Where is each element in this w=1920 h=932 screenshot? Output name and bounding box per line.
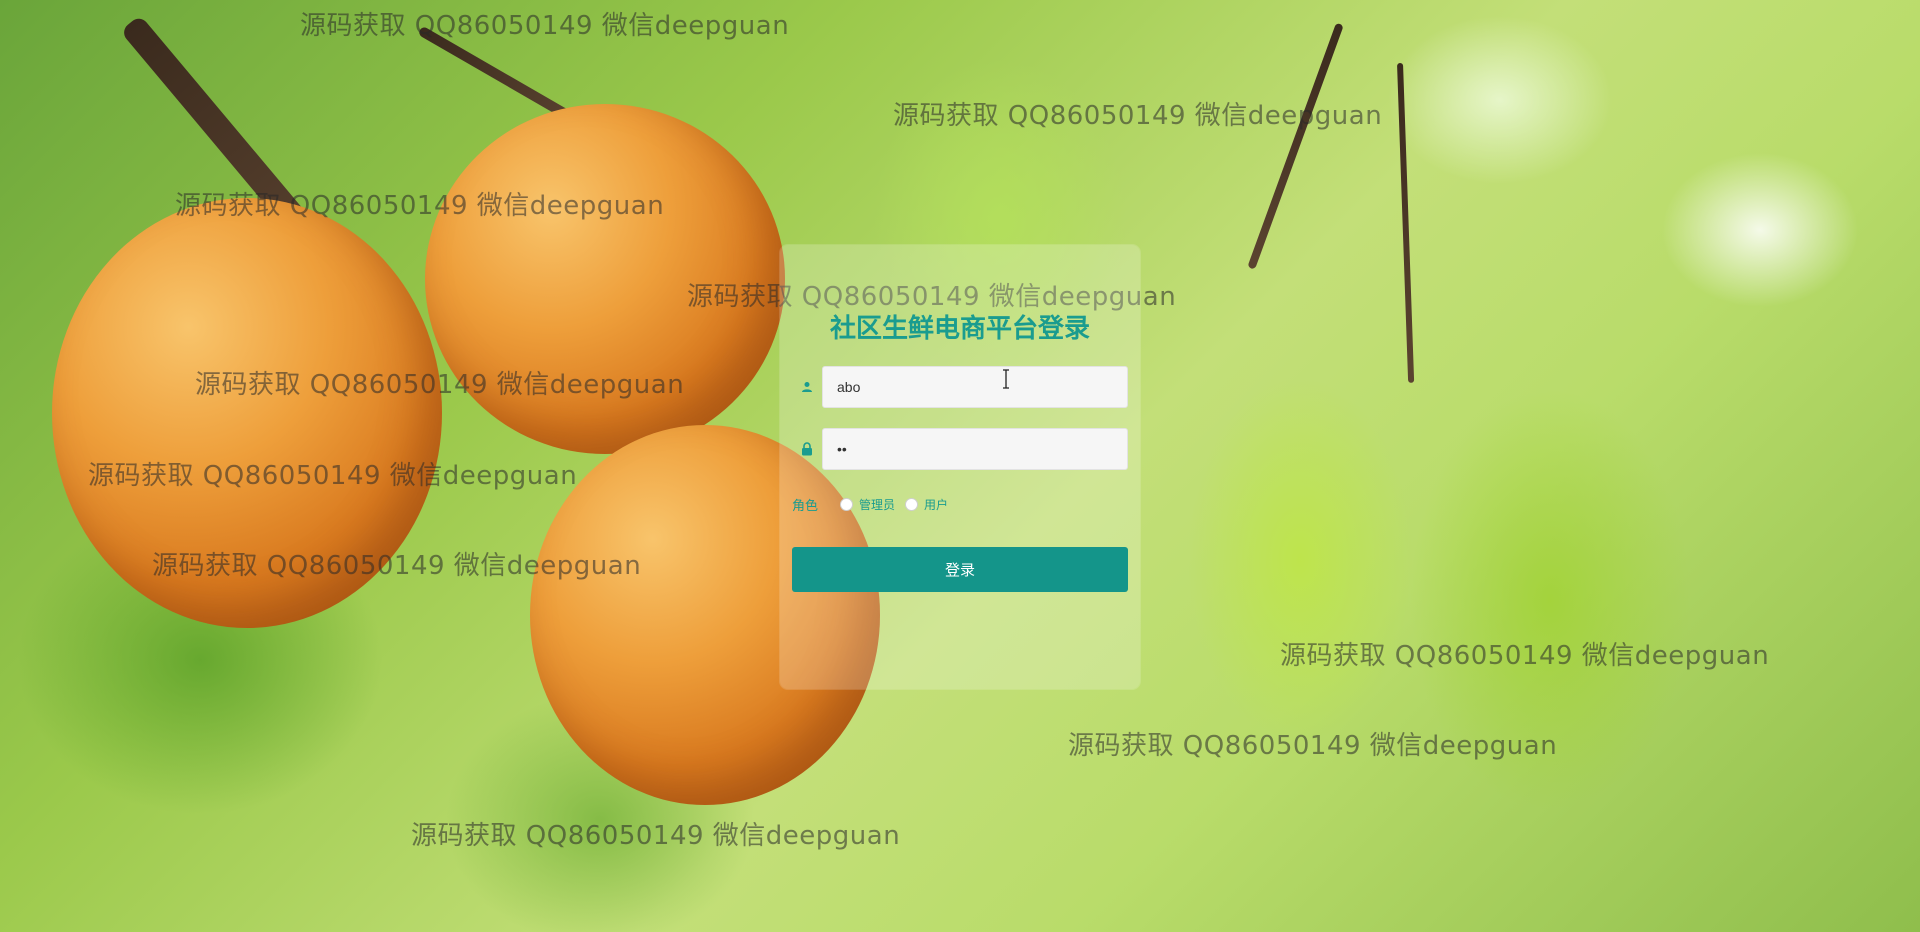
branch — [1397, 62, 1415, 383]
login-panel: 社区生鲜电商平台登录 角色 管理员 用户 登录 — [780, 245, 1140, 689]
password-row — [792, 427, 1128, 471]
login-button[interactable]: 登录 — [792, 547, 1128, 592]
role-option-admin[interactable]: 管理员 — [840, 496, 895, 513]
lock-icon — [792, 427, 822, 471]
branch — [1247, 22, 1344, 270]
role-option-user[interactable]: 用户 — [905, 496, 948, 513]
role-label: 角色 — [792, 498, 819, 514]
apricot — [425, 104, 785, 454]
radio-icon[interactable] — [905, 497, 919, 511]
password-input[interactable] — [822, 428, 1128, 470]
role-option-admin-label: 管理员 — [859, 497, 896, 512]
login-title: 社区生鲜电商平台登录 — [829, 314, 1090, 344]
radio-icon[interactable] — [840, 497, 854, 511]
apricot — [52, 198, 442, 628]
role-option-user-label: 用户 — [924, 497, 949, 512]
username-row — [792, 365, 1128, 409]
username-input[interactable] — [822, 366, 1128, 408]
user-icon — [792, 365, 822, 409]
role-selector: 角色 管理员 用户 — [792, 494, 1128, 514]
